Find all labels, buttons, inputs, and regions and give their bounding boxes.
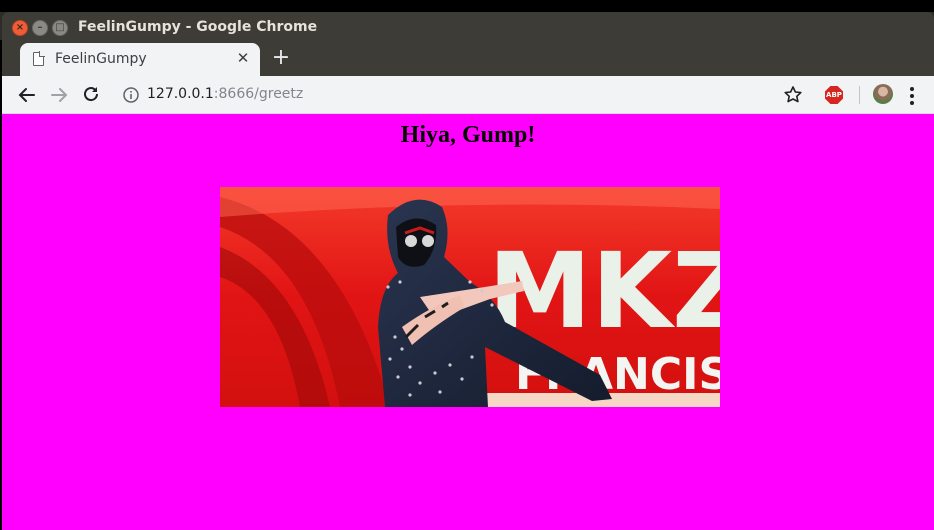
screen-top-strip — [0, 0, 934, 12]
tab-label: FeelinGumpy — [55, 51, 147, 67]
window-minimize-button[interactable]: – — [32, 20, 48, 36]
browser-toolbar: 127.0.0.1:8666/greetz ABP — [2, 76, 934, 114]
window-title: FeelinGumpy - Google Chrome — [78, 19, 318, 35]
profile-avatar[interactable] — [873, 84, 893, 104]
address-bar[interactable]: 127.0.0.1:8666/greetz — [147, 86, 303, 102]
url-path: :8666/greetz — [213, 86, 304, 102]
forward-arrow-icon[interactable] — [46, 82, 72, 108]
tab-feelingumpy[interactable]: FeelinGumpy ✕ — [20, 43, 260, 76]
back-arrow-icon[interactable] — [14, 82, 40, 108]
url-host: 127.0.0.1 — [147, 86, 214, 102]
page-heading: Hiya, Gump! — [400, 122, 536, 148]
adblock-extension-icon[interactable]: ABP — [825, 86, 843, 104]
reload-icon[interactable] — [78, 82, 104, 108]
page-content: Hiya, Gump! MKZ FRANCISCO — [2, 114, 934, 530]
window-maximize-button[interactable]: □ — [52, 20, 68, 36]
greeting-image: MKZ FRANCISCO — [220, 187, 720, 407]
bookmark-star-icon[interactable] — [781, 83, 805, 107]
toolbar-divider — [859, 86, 860, 104]
window-close-button[interactable]: × — [12, 20, 28, 36]
site-info-icon[interactable] — [122, 86, 140, 104]
chrome-menu-icon[interactable] — [908, 85, 916, 105]
tab-close-icon[interactable]: ✕ — [234, 49, 252, 67]
new-tab-button[interactable]: + — [270, 47, 292, 69]
page-icon — [33, 51, 45, 66]
